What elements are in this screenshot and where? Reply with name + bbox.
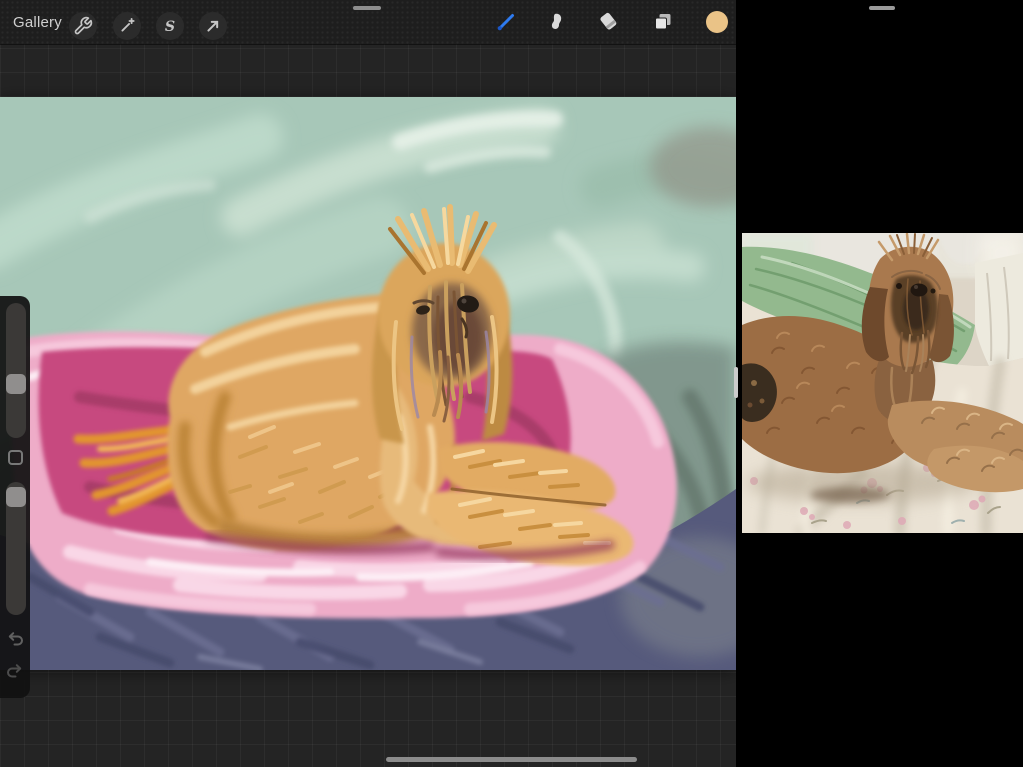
brush-sidebar: [0, 296, 30, 698]
split-view-divider-handle[interactable]: [734, 367, 738, 398]
redo-button[interactable]: [4, 660, 26, 682]
eraser-icon: [597, 10, 621, 34]
magic-wand-icon: [117, 16, 137, 36]
brush-opacity-handle[interactable]: [6, 487, 26, 507]
dog-photo: [742, 233, 1023, 533]
transform-arrow-icon: [203, 16, 223, 36]
erase-tool-button[interactable]: [597, 10, 621, 34]
paint-brush-icon: [494, 10, 518, 34]
procreate-desk: Gallery S: [0, 0, 736, 767]
adjustments-button[interactable]: [113, 12, 141, 40]
undo-button[interactable]: [4, 628, 26, 650]
color-swatch: [705, 10, 729, 34]
painting-canvas[interactable]: [0, 97, 736, 670]
gallery-button[interactable]: Gallery: [13, 0, 62, 44]
smudge-finger-icon: [546, 10, 570, 34]
brush-opacity-slider[interactable]: [6, 482, 26, 615]
selection-s-icon: S: [160, 16, 180, 36]
dog-painting: [0, 97, 736, 670]
left-app-drag-handle[interactable]: [353, 6, 381, 10]
color-button[interactable]: [705, 10, 729, 34]
layers-icon: [651, 10, 675, 34]
actions-button[interactable]: [69, 12, 97, 40]
home-indicator[interactable]: [386, 757, 637, 762]
wrench-icon: [73, 16, 93, 36]
modify-button[interactable]: [8, 450, 23, 465]
reference-photo: [742, 233, 1023, 533]
brush-size-slider[interactable]: [6, 303, 26, 438]
layers-button[interactable]: [651, 10, 675, 34]
svg-text:S: S: [165, 19, 175, 35]
transform-button[interactable]: [199, 12, 227, 40]
selection-button[interactable]: S: [156, 12, 184, 40]
right-app-drag-handle[interactable]: [869, 6, 895, 10]
redo-arrow-icon: [4, 660, 26, 682]
paint-tool-button[interactable]: [494, 10, 518, 34]
undo-arrow-icon: [4, 628, 26, 650]
smudge-tool-button[interactable]: [546, 10, 570, 34]
brush-size-handle[interactable]: [6, 374, 26, 394]
